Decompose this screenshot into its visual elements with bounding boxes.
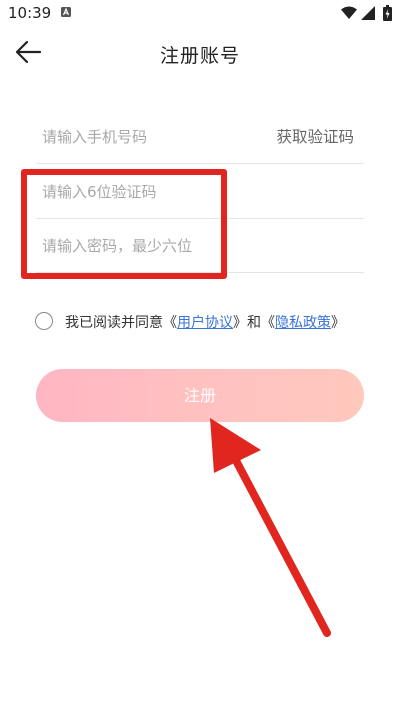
agree-radio[interactable]: [35, 312, 53, 330]
agreement-text: 我已阅读并同意《用户协议》和《隐私政策》: [65, 312, 345, 332]
battery-icon: [383, 5, 392, 21]
wifi-icon: [341, 6, 357, 19]
app-notification-icon: [61, 7, 71, 17]
status-bar: 10:39: [0, 0, 400, 28]
user-agreement-link[interactable]: 用户协议: [177, 315, 233, 331]
agreement-suffix: 》: [331, 315, 345, 331]
page-title: 注册账号: [159, 45, 240, 67]
signal-icon: [361, 6, 375, 20]
register-button[interactable]: 注册: [36, 369, 364, 422]
annotation-arrow: [210, 418, 331, 637]
header: 注册账号: [0, 28, 400, 76]
highlight-box: [21, 169, 227, 279]
phone-field[interactable]: 请输入手机号码 获取验证码: [36, 110, 364, 164]
get-code-button[interactable]: 获取验证码: [276, 125, 354, 147]
privacy-policy-link[interactable]: 隐私政策: [275, 315, 331, 331]
agreement-prefix: 我已阅读并同意《: [65, 315, 177, 331]
phone-placeholder: 请输入手机号码: [42, 128, 148, 146]
status-time: 10:39: [8, 4, 52, 22]
agreement-middle: 》和《: [233, 315, 275, 331]
